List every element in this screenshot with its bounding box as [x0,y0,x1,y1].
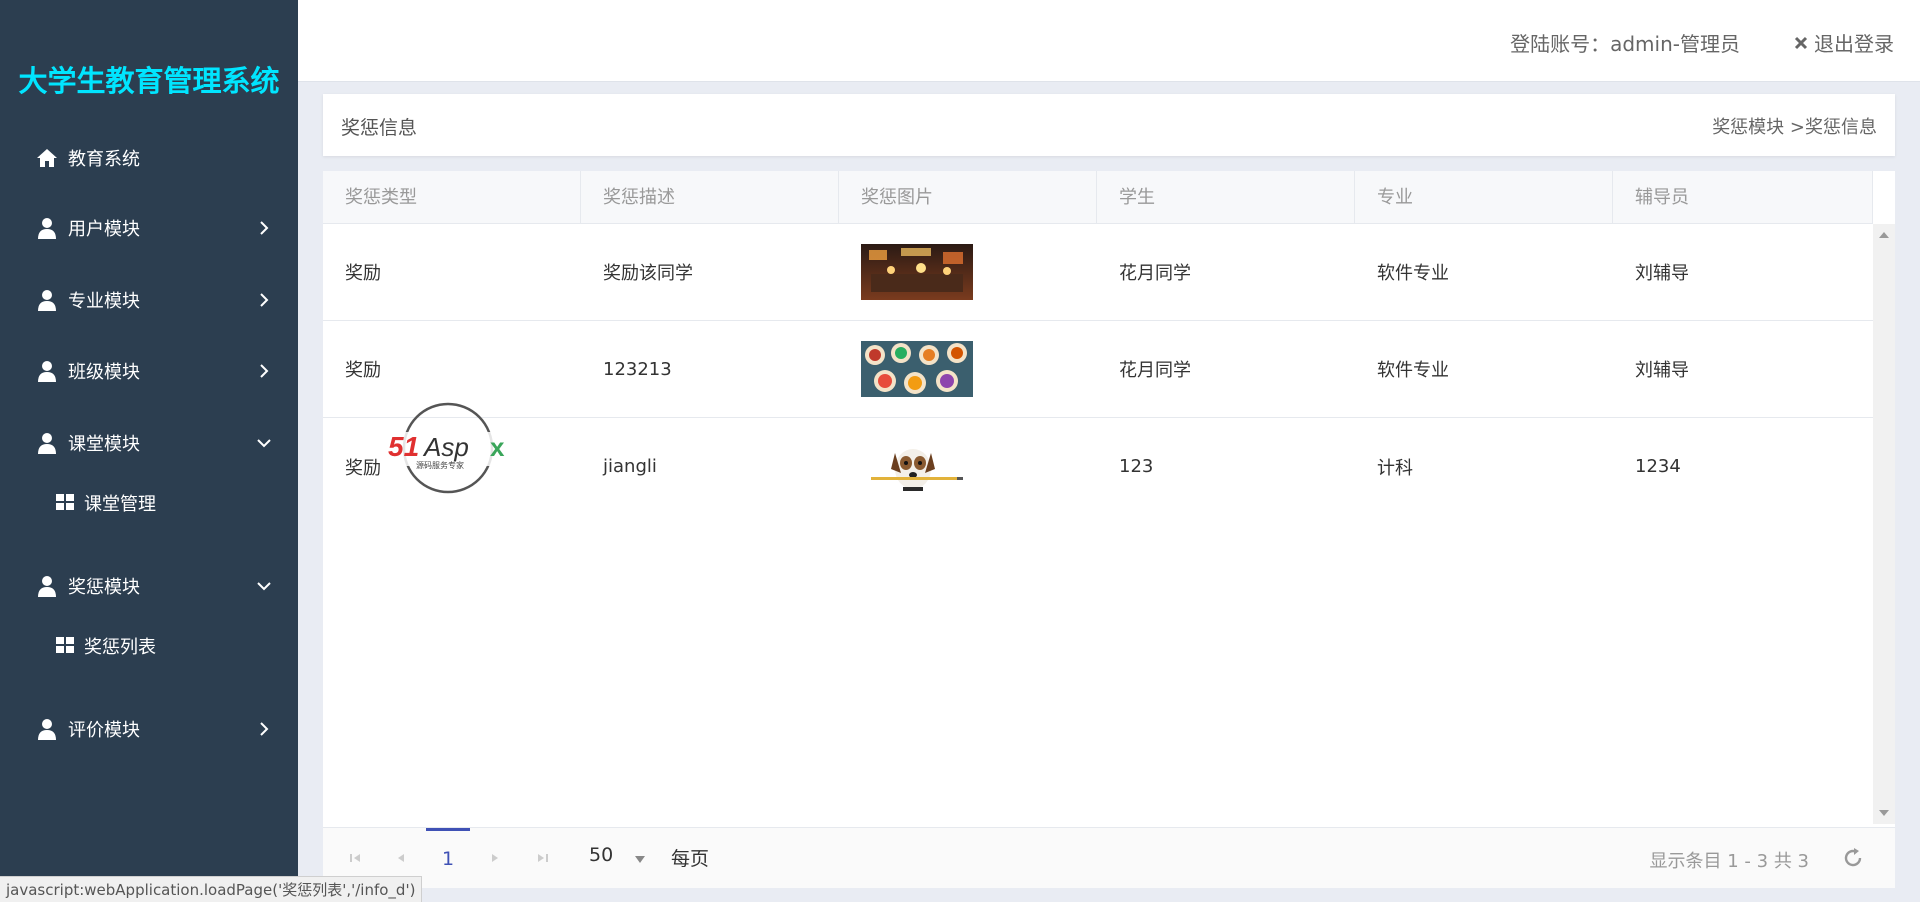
sidebar-item-users[interactable]: 用户模块 [0,208,298,248]
last-page-button[interactable] [533,848,553,868]
cell-student: 花月同学 [1119,263,1191,284]
table-row[interactable]: 奖励 123213 花月同学 软件专业 刘辅导 [323,321,1873,418]
user-icon [36,575,58,597]
sidebar-item-label: 专业模块 [68,291,140,312]
chevron-right-icon [260,221,269,235]
table-scrollbar[interactable] [1873,224,1895,824]
table-row[interactable]: 奖励 奖励该同学 花月同学 软件专业 刘辅导 [323,224,1873,321]
dog-with-pencil-photo[interactable] [861,438,973,495]
cell-student: 123 [1119,456,1154,477]
svg-text:x: x [490,432,505,462]
page-size-select[interactable]: 50 [589,844,613,866]
cell-student: 花月同学 [1119,360,1191,381]
chevron-down-icon [257,582,271,591]
user-icon [36,289,58,311]
cell-image [839,341,1097,397]
column-header-major[interactable]: 专业 [1355,171,1613,224]
per-page-label: 每页 [671,848,710,870]
page-info: 显示条目 1 - 3 共 3 [1649,851,1809,872]
sidebar-item-label: 课堂模块 [68,434,140,455]
51aspx-watermark-logo: 51 Asp x 源码服务专家 [384,402,514,494]
first-page-icon [350,854,360,862]
sidebar-subitem-class-management[interactable]: 课堂管理 [0,485,298,521]
cell-image [839,438,1097,495]
first-page-button[interactable] [345,848,365,868]
page-title: 奖惩信息 [341,117,418,139]
sidebar-item-label: 班级模块 [68,362,140,383]
sidebar-item-label: 用户模块 [68,219,140,240]
logout-label: 退出登录 [1814,32,1894,56]
cell-major: 软件专业 [1377,360,1449,381]
sidebar-item-education[interactable]: 教育系统 [0,138,298,178]
svg-text:Asp: Asp [422,432,469,462]
column-header-image[interactable]: 奖惩图片 [839,171,1097,224]
cell-type: 奖励 [345,360,381,381]
cell-counselor: 刘辅导 [1635,263,1689,284]
app-title: 大学生教育管理系统 [18,64,280,98]
user-icon [36,360,58,382]
user-icon [36,718,58,740]
column-header-type[interactable]: 奖惩类型 [323,171,581,224]
chevron-right-icon [260,364,269,378]
svg-text:51: 51 [388,431,419,462]
prev-page-icon [398,854,404,862]
pagination: 1 50 每页 显示条目 1 - 3 共 3 [323,827,1895,888]
sidebar-subitem-reward-list[interactable]: 奖惩列表 [0,628,298,664]
table-row[interactable]: 奖励 jiangli 123 计科 1234 [323,418,1873,515]
cell-image [839,244,1097,300]
svg-text:源码服务专家: 源码服务专家 [416,460,464,470]
cell-major: 软件专业 [1377,263,1449,284]
last-page-icon [538,854,548,862]
close-icon [1794,36,1808,49]
scroll-down-icon[interactable] [1879,810,1889,816]
sidebar-item-label: 评价模块 [68,720,140,741]
grid-icon [56,637,74,655]
sidebar-item-classes[interactable]: 班级模块 [0,351,298,391]
current-page[interactable]: 1 [426,828,470,889]
column-header-student[interactable]: 学生 [1097,171,1355,224]
cell-counselor: 1234 [1635,456,1681,477]
column-header-description[interactable]: 奖惩描述 [581,171,839,224]
refresh-icon[interactable] [1841,846,1865,870]
scroll-up-icon[interactable] [1879,232,1889,238]
sidebar-item-label: 奖惩模块 [68,577,140,598]
next-page-icon [492,854,498,862]
food-dishes-photo[interactable] [861,341,973,397]
prev-page-button[interactable] [391,848,411,868]
breadcrumb: 奖惩模块 >奖惩信息 [1712,117,1877,138]
cell-description: jiangli [603,456,657,477]
restaurant-photo[interactable] [861,244,973,300]
chevron-down-icon [257,439,271,448]
sidebar-item-evaluation[interactable]: 评价模块 [0,709,298,749]
logout-button[interactable]: 退出登录 [1794,28,1894,57]
sidebar-subitem-label: 课堂管理 [84,494,156,515]
cell-description: 奖励该同学 [603,263,693,284]
sidebar-item-rewards[interactable]: 奖惩模块 [0,566,298,606]
cell-type: 奖励 [345,263,381,284]
next-page-button[interactable] [485,848,505,868]
sidebar-item-label: 教育系统 [68,149,140,170]
chevron-down-icon[interactable] [635,856,645,863]
sidebar-subitem-label: 奖惩列表 [84,637,156,658]
table-body: 奖励 奖励该同学 花月同学 软件专业 刘辅导 奖励 123213 花月同学 软件… [323,224,1873,515]
user-icon [36,432,58,454]
cell-counselor: 刘辅导 [1635,360,1689,381]
chevron-right-icon [260,293,269,307]
grid-icon [56,494,74,512]
table-header: 奖惩类型 奖惩描述 奖惩图片 学生 专业 辅导员 [323,171,1873,224]
reward-table: 奖惩类型 奖惩描述 奖惩图片 学生 专业 辅导员 奖励 奖励该同学 花月同学 软… [323,171,1895,888]
top-bar: 登陆账号：admin-管理员 退出登录 [298,0,1920,82]
cell-description: 123213 [603,358,672,380]
column-header-counselor[interactable]: 辅导员 [1613,171,1873,224]
user-icon [36,217,58,239]
account-label: 登陆账号：admin-管理员 [1510,32,1740,56]
panel-header: 奖惩信息 奖惩模块 >奖惩信息 [323,94,1895,156]
sidebar-item-classroom[interactable]: 课堂模块 [0,423,298,463]
sidebar: 大学生教育管理系统 教育系统 用户模块 专业模块 班级模块 课堂模块 课堂管理 … [0,0,298,902]
chevron-right-icon [260,722,269,736]
cell-major: 计科 [1377,457,1413,479]
sidebar-item-majors[interactable]: 专业模块 [0,280,298,320]
home-icon [36,147,58,169]
browser-status-bar: javascript:webApplication.loadPage('奖惩列表… [0,876,423,902]
